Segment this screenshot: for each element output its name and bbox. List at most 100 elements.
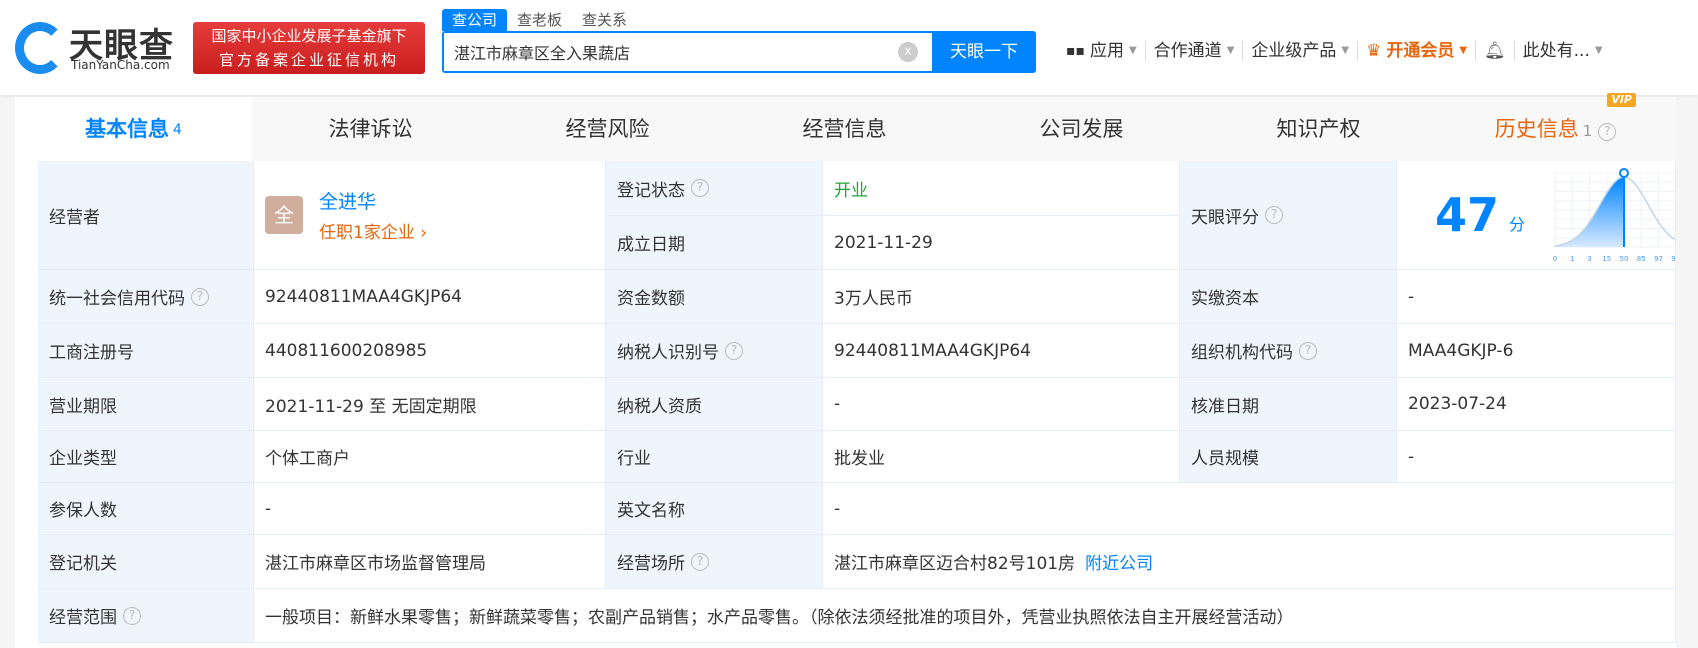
paid-label: 实缴资本 (1180, 270, 1397, 324)
founded-label: 成立日期 (606, 216, 823, 270)
type-label: 企业类型 (38, 431, 254, 483)
search-type-tabs: 查公司 查老板 查关系 (442, 9, 637, 31)
score-distribution-chart: 0131550859799100 (1553, 168, 1675, 263)
score-cell[interactable]: 47分 0131550859799100 (1397, 161, 1676, 270)
en-value: - (823, 483, 1676, 535)
en-label: 英文名称 (606, 483, 823, 535)
operator-name-link[interactable]: 全进华 (319, 187, 427, 214)
operator-jobs-link[interactable]: 任职1家企业 › (319, 218, 427, 243)
term-value: 2021-11-29 至 无固定期限 (254, 378, 606, 431)
nav-partner-label: 合作通道 (1153, 41, 1222, 61)
taxq-label: 纳税人资质 (606, 378, 823, 431)
reg-value: 440811600208985 (254, 324, 606, 378)
help-icon[interactable]: ? (123, 606, 141, 625)
tab-label: 基本信息 (85, 117, 170, 141)
tab-history[interactable]: VIP 历史信息 1? (1437, 93, 1674, 161)
x-tick-label: 0 (1553, 255, 1557, 263)
tab-label: 历史信息 (1494, 117, 1579, 141)
nav-user-label: 此处有... (1522, 41, 1590, 61)
x-tick-label: 97 (1654, 255, 1663, 263)
tab-basic-info[interactable]: 基本信息 4 (15, 97, 252, 161)
operator-label: 经营者 (38, 161, 254, 270)
help-icon[interactable]: ? (1598, 123, 1617, 141)
banner-line2: 官方备案企业征信机构 (218, 51, 399, 69)
insured-value: - (254, 483, 606, 535)
label-text: 经营场所 (617, 554, 685, 574)
help-icon[interactable]: ? (1299, 341, 1317, 360)
nav-partner[interactable]: 合作通道 ▼ (1146, 41, 1244, 61)
caret-down-icon: ▼ (1128, 45, 1137, 56)
staff-value: - (1397, 431, 1676, 483)
tab-operation[interactable]: 经营信息 (726, 97, 963, 161)
section-tabs: 基本信息 4 法律诉讼 经营风险 经营信息 公司发展 知识产权 VIP 历史信息 1? (15, 93, 1676, 161)
paid-value: - (1397, 270, 1676, 324)
tax-label: 纳税人识别号? (606, 324, 823, 378)
logo-icon (15, 22, 65, 74)
label-text: 统一社会信用代码 (49, 289, 185, 309)
official-banner[interactable]: 国家中小企业发展子基金旗下 官方备案企业征信机构 (193, 22, 425, 74)
search-button[interactable]: 天眼一下 (932, 31, 1036, 73)
caret-down-icon: ▼ (1226, 45, 1235, 56)
caret-down-icon: ▼ (1459, 45, 1468, 56)
tab-search-company[interactable]: 查公司 (442, 9, 508, 31)
nav-apps-label: 应用 (1089, 41, 1124, 61)
tab-development[interactable]: 公司发展 (963, 97, 1200, 161)
credit-label: 统一社会信用代码? (38, 270, 254, 324)
x-tick-label: 99 (1671, 255, 1675, 263)
reg-label: 工商注册号 (38, 324, 254, 378)
search-box: x (442, 31, 932, 73)
type-value: 个体工商户 (254, 431, 606, 483)
org-value: MAA4GKJP-6 (1397, 324, 1676, 378)
taxq-value: - (823, 378, 1180, 431)
label-text: 纳税人识别号 (617, 343, 719, 363)
insured-label: 参保人数 (38, 483, 254, 535)
capital-value: 3万人民币 (823, 270, 1180, 324)
x-tick-label: 50 (1620, 255, 1629, 263)
nav-vip[interactable]: ♛ 开通会员 ▼ (1358, 41, 1477, 61)
crown-icon: ♛ (1366, 41, 1382, 61)
operator-cell: 全 全进华 任职1家企业 › (254, 161, 606, 270)
tab-count: 4 (173, 122, 182, 138)
place-value: 湛江市麻章区迈合村82号101房 (834, 554, 1076, 574)
nav-apps[interactable]: ▪▪ 应用 ▼ (1058, 41, 1146, 61)
nav-enterprise-label: 企业级产品 (1251, 41, 1337, 61)
nearby-companies-link[interactable]: 附近公司 (1085, 549, 1153, 574)
score-label: 天眼评分? (1180, 161, 1397, 270)
help-icon[interactable]: ? (1265, 206, 1283, 224)
top-header: 天眼查 TianYanCha.com 国家中小企业发展子基金旗下 官方备案企业征… (0, 0, 1698, 95)
org-label: 组织机构代码? (1180, 324, 1397, 378)
banner-line1: 国家中小企业发展子基金旗下 (211, 27, 407, 45)
tianyancha-logo[interactable]: 天眼查 TianYanCha.com (15, 18, 185, 78)
approve-value: 2023-07-24 (1397, 378, 1676, 431)
apps-grid-icon: ▪▪ (1066, 43, 1085, 59)
nav-enterprise[interactable]: 企业级产品 ▼ (1243, 41, 1359, 61)
score-value: 47 (1435, 188, 1500, 242)
caret-down-icon: ▼ (1594, 45, 1603, 56)
status-label: 登记状态? (606, 161, 823, 216)
tab-ip[interactable]: 知识产权 (1200, 97, 1437, 161)
help-icon[interactable]: ? (191, 287, 209, 306)
x-tick-label: 1 (1570, 255, 1574, 263)
tab-risk[interactable]: 经营风险 (489, 97, 726, 161)
help-icon[interactable]: ? (725, 341, 743, 360)
label-text: 天眼评分 (1191, 207, 1259, 228)
x-tick-label: 15 (1602, 255, 1611, 263)
place-label: 经营场所? (606, 535, 823, 589)
tab-search-relation[interactable]: 查关系 (572, 9, 637, 31)
clear-icon[interactable]: x (898, 42, 918, 62)
industry-value: 批发业 (823, 431, 1180, 483)
term-label: 营业期限 (38, 378, 254, 431)
vip-badge: VIP (1607, 93, 1636, 107)
help-icon[interactable]: ? (691, 552, 709, 571)
score-unit: 分 (1509, 215, 1526, 234)
search-input[interactable] (444, 33, 884, 71)
notification-button[interactable]: 🔔︎ (1476, 41, 1515, 61)
label-text: 组织机构代码 (1191, 343, 1293, 363)
nav-vip-label: 开通会员 (1386, 41, 1455, 61)
place-cell: 湛江市麻章区迈合村82号101房 附近公司 (823, 535, 1676, 589)
tab-count: 1 (1582, 122, 1593, 140)
tab-legal[interactable]: 法律诉讼 (252, 97, 489, 161)
help-icon[interactable]: ? (691, 179, 709, 197)
tab-search-boss[interactable]: 查老板 (507, 9, 572, 31)
nav-user[interactable]: 此处有... ▼ (1515, 41, 1611, 61)
